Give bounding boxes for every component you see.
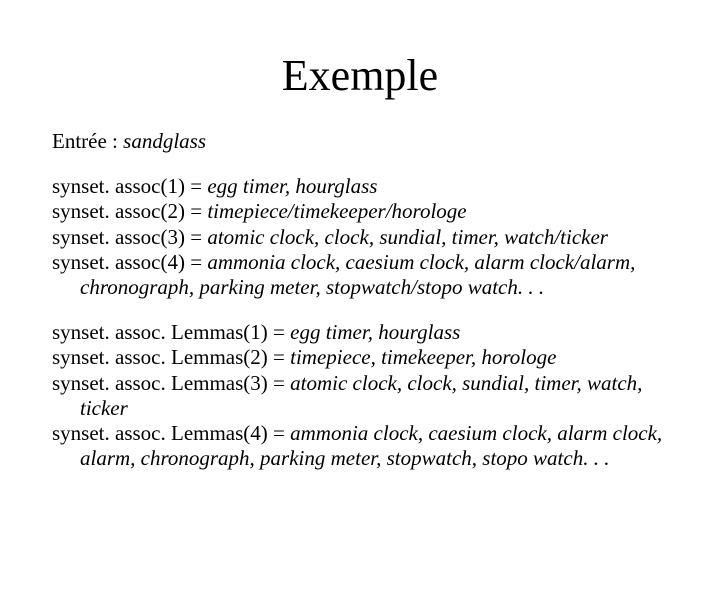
assoc-label: synset. assoc(2) = <box>52 199 207 223</box>
entry-label: Entrée : <box>52 129 123 153</box>
lemmas-block: synset. assoc. Lemmas(1) = egg timer, ho… <box>52 320 668 471</box>
slide: Exemple Entrée : sandglass synset. assoc… <box>0 50 720 590</box>
slide-title: Exemple <box>0 50 720 101</box>
lemmas-value: egg timer, hourglass <box>290 320 460 344</box>
entry-line: Entrée : sandglass <box>52 129 668 154</box>
lemmas-label: synset. assoc. Lemmas(3) = <box>52 371 290 395</box>
assoc-line: synset. assoc(1) = egg timer, hourglass <box>52 174 668 199</box>
assoc-block: synset. assoc(1) = egg timer, hourglass … <box>52 174 668 300</box>
lemmas-label: synset. assoc. Lemmas(2) = <box>52 345 290 369</box>
lemmas-label: synset. assoc. Lemmas(4) = <box>52 421 290 445</box>
assoc-line: synset. assoc(2) = timepiece/timekeeper/… <box>52 199 668 224</box>
lemmas-value: timepiece, timekeeper, horologe <box>290 345 556 369</box>
entry-value: sandglass <box>123 129 206 153</box>
assoc-label: synset. assoc(3) = <box>52 225 207 249</box>
assoc-value: egg timer, hourglass <box>207 174 377 198</box>
assoc-label: synset. assoc(4) = <box>52 250 207 274</box>
assoc-value: atomic clock, clock, sundial, timer, wat… <box>207 225 608 249</box>
lemmas-line: synset. assoc. Lemmas(3) = atomic clock,… <box>52 371 668 421</box>
assoc-label: synset. assoc(1) = <box>52 174 207 198</box>
lemmas-line: synset. assoc. Lemmas(1) = egg timer, ho… <box>52 320 668 345</box>
assoc-value: timepiece/timekeeper/horologe <box>207 199 466 223</box>
assoc-line: synset. assoc(4) = ammonia clock, caesiu… <box>52 250 668 300</box>
lemmas-line: synset. assoc. Lemmas(2) = timepiece, ti… <box>52 345 668 370</box>
lemmas-label: synset. assoc. Lemmas(1) = <box>52 320 290 344</box>
slide-body: Entrée : sandglass synset. assoc(1) = eg… <box>0 129 720 471</box>
lemmas-line: synset. assoc. Lemmas(4) = ammonia clock… <box>52 421 668 471</box>
assoc-line: synset. assoc(3) = atomic clock, clock, … <box>52 225 668 250</box>
